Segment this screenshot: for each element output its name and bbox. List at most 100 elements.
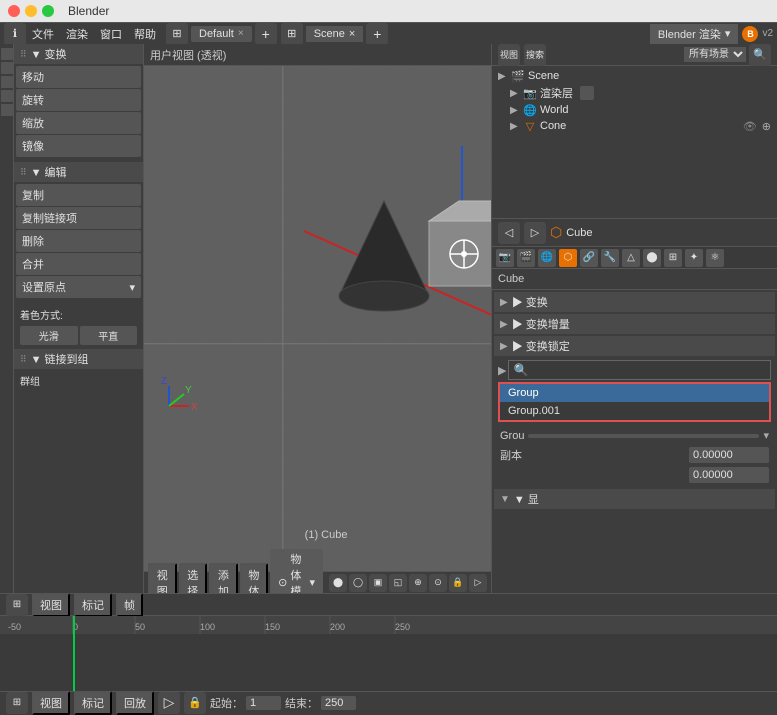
dropdown-item-group-001[interactable]: Group.001 bbox=[500, 402, 769, 420]
close-scene-icon[interactable]: × bbox=[349, 28, 355, 40]
search-tab[interactable]: 搜索 bbox=[524, 44, 546, 66]
scene-tab[interactable]: Scene × bbox=[306, 26, 364, 42]
lock-icon[interactable]: 🔒 bbox=[184, 692, 206, 714]
color-section: 着色方式: 光滑 平直 bbox=[14, 303, 143, 349]
tree-item-world[interactable]: ▶ 🌐 World bbox=[494, 102, 775, 118]
tool-icon-4[interactable] bbox=[1, 90, 13, 102]
transform-header[interactable]: ⠿ ▼ 变换 bbox=[14, 44, 143, 64]
physics-props-icon[interactable]: ⚛ bbox=[706, 249, 724, 267]
group-search-input[interactable] bbox=[532, 364, 766, 376]
tree-item-cone[interactable]: ▶ ▽ Cone 👁 ⊕ bbox=[494, 118, 775, 134]
viewport-shading-2[interactable]: ◱ bbox=[389, 574, 407, 592]
view-footer-button[interactable]: 视图 bbox=[32, 691, 70, 715]
section-transform-lock[interactable]: ▶ ▶ 变换锁定 bbox=[494, 336, 775, 356]
tool-icon-2[interactable] bbox=[1, 62, 13, 74]
mirror-button[interactable]: 镜像 bbox=[16, 135, 141, 157]
dropdown-item-group[interactable]: Group bbox=[500, 384, 769, 402]
delete-button[interactable]: 删除 bbox=[16, 230, 141, 252]
mark-button[interactable]: 标记 bbox=[74, 593, 112, 617]
section-bottom[interactable]: ▼ ▼ 显 bbox=[494, 489, 775, 509]
render-props-icon[interactable]: 📷 bbox=[496, 249, 514, 267]
search-icon: 🔍 bbox=[513, 363, 528, 377]
viewport-option-2[interactable]: ◯ bbox=[349, 574, 367, 592]
rotate-button[interactable]: 旋转 bbox=[16, 89, 141, 111]
close-workspace-icon[interactable]: × bbox=[238, 28, 244, 39]
group-value[interactable] bbox=[528, 434, 759, 438]
merge-button[interactable]: 合并 bbox=[16, 253, 141, 275]
viewport-proportional[interactable]: ⊙ bbox=[429, 574, 447, 592]
timeline-cursor[interactable] bbox=[73, 616, 75, 691]
end-value[interactable] bbox=[321, 696, 356, 710]
value-field[interactable] bbox=[689, 467, 769, 483]
section-transform-delta[interactable]: ▶ ▶ 变换增量 bbox=[494, 314, 775, 334]
tool-icon-5[interactable] bbox=[1, 104, 13, 116]
menu-help[interactable]: 帮助 bbox=[128, 24, 162, 44]
timeline-grid-icon[interactable]: ⊞ bbox=[6, 594, 28, 616]
viewport-lock[interactable]: 🔒 bbox=[449, 574, 467, 592]
group-dropdown-icon[interactable]: ▾ bbox=[763, 429, 769, 442]
set-origin-button[interactable]: 设置原点 ▾ bbox=[16, 276, 141, 298]
smooth-button[interactable]: 光滑 bbox=[20, 326, 78, 345]
particle-props-icon[interactable]: ✦ bbox=[685, 249, 703, 267]
chain-header[interactable]: ⠿ ▼ 链接到组 bbox=[14, 349, 143, 369]
value-row bbox=[494, 465, 775, 485]
timeline-icon-btn[interactable]: ⊞ bbox=[6, 692, 28, 714]
marker-button[interactable]: 标记 bbox=[74, 691, 112, 715]
copy-link-button[interactable]: 复制链接项 bbox=[16, 207, 141, 229]
cube-label: (1) Cube bbox=[305, 529, 348, 541]
search-field[interactable]: 🔍 bbox=[508, 360, 771, 380]
scene-filter[interactable]: 所有场景 bbox=[684, 47, 746, 62]
view-timeline-button[interactable]: 视图 bbox=[32, 593, 70, 617]
menu-window[interactable]: 窗口 bbox=[94, 24, 128, 44]
edit-header[interactable]: ⠿ ▼ 编辑 bbox=[14, 162, 143, 182]
tree-item-scene[interactable]: ▶ 🎬 Scene bbox=[494, 68, 775, 84]
material-props-icon[interactable]: ⬤ bbox=[643, 249, 661, 267]
viewport[interactable]: 用户视图 (透视) bbox=[144, 44, 492, 593]
svg-text:Z: Z bbox=[161, 376, 167, 387]
menu-render[interactable]: 渲染 bbox=[60, 24, 94, 44]
scene-props-icon[interactable]: 🎬 bbox=[517, 249, 535, 267]
add-workspace-button[interactable]: + bbox=[255, 23, 277, 45]
modifier-props-icon[interactable]: 🔧 bbox=[601, 249, 619, 267]
add-scene-button[interactable]: + bbox=[366, 23, 388, 45]
render-engine-selector[interactable]: Blender 渲染 ▾ bbox=[650, 24, 739, 44]
playback-button[interactable]: 回放 bbox=[116, 691, 154, 715]
viewport-render[interactable]: ▷ bbox=[469, 574, 487, 592]
search-outliner-button[interactable]: 🔍 bbox=[749, 44, 771, 66]
flat-button[interactable]: 平直 bbox=[80, 326, 138, 345]
props-forward-button[interactable]: ▷ bbox=[524, 222, 546, 244]
tree-item-renderlayer[interactable]: ▶ 📷 渲染层 bbox=[494, 84, 775, 102]
section-transform[interactable]: ▶ ▶ 变换 bbox=[494, 292, 775, 312]
eye-icon[interactable]: 👁 bbox=[743, 120, 757, 133]
workspace-grid-icon[interactable]: ⊞ bbox=[166, 23, 188, 45]
close-button[interactable] bbox=[8, 5, 20, 17]
start-value[interactable] bbox=[246, 696, 281, 710]
minimize-button[interactable] bbox=[25, 5, 37, 17]
tool-icon-1[interactable] bbox=[1, 48, 13, 60]
workspace-tab-default[interactable]: Default × bbox=[191, 26, 252, 42]
world-props-icon[interactable]: 🌐 bbox=[538, 249, 556, 267]
viewport-shading-1[interactable]: ▣ bbox=[369, 574, 387, 592]
constraint-props-icon[interactable]: 🔗 bbox=[580, 249, 598, 267]
copy-button[interactable]: 复制 bbox=[16, 184, 141, 206]
props-back-button[interactable]: ◁ bbox=[498, 222, 520, 244]
texture-props-icon[interactable]: ⊞ bbox=[664, 249, 682, 267]
cursor-icon[interactable]: ⊕ bbox=[762, 120, 771, 133]
scale-button[interactable]: 缩放 bbox=[16, 112, 141, 134]
timeline-content[interactable]: -50 0 50 100 150 200 250 bbox=[0, 616, 777, 691]
play-icon[interactable]: ▷ bbox=[158, 692, 180, 714]
dupe-value[interactable] bbox=[689, 447, 769, 463]
viewport-snap[interactable]: ⊕ bbox=[409, 574, 427, 592]
move-button[interactable]: 移动 bbox=[16, 66, 141, 88]
scene-grid-icon[interactable]: ⊞ bbox=[281, 23, 303, 45]
view-tab[interactable]: 视图 bbox=[498, 44, 520, 66]
tool-icon-3[interactable] bbox=[1, 76, 13, 88]
info-button[interactable]: ℹ bbox=[4, 23, 26, 45]
object-props-icon[interactable]: ⬡ bbox=[559, 249, 577, 267]
frame-button[interactable]: 帧 bbox=[116, 593, 143, 617]
menu-file[interactable]: 文件 bbox=[26, 24, 60, 44]
viewport-canvas[interactable]: X Z Y (1) Cube bbox=[144, 66, 491, 571]
viewport-option-1[interactable]: ⬤ bbox=[329, 574, 347, 592]
data-props-icon[interactable]: △ bbox=[622, 249, 640, 267]
maximize-button[interactable] bbox=[42, 5, 54, 17]
